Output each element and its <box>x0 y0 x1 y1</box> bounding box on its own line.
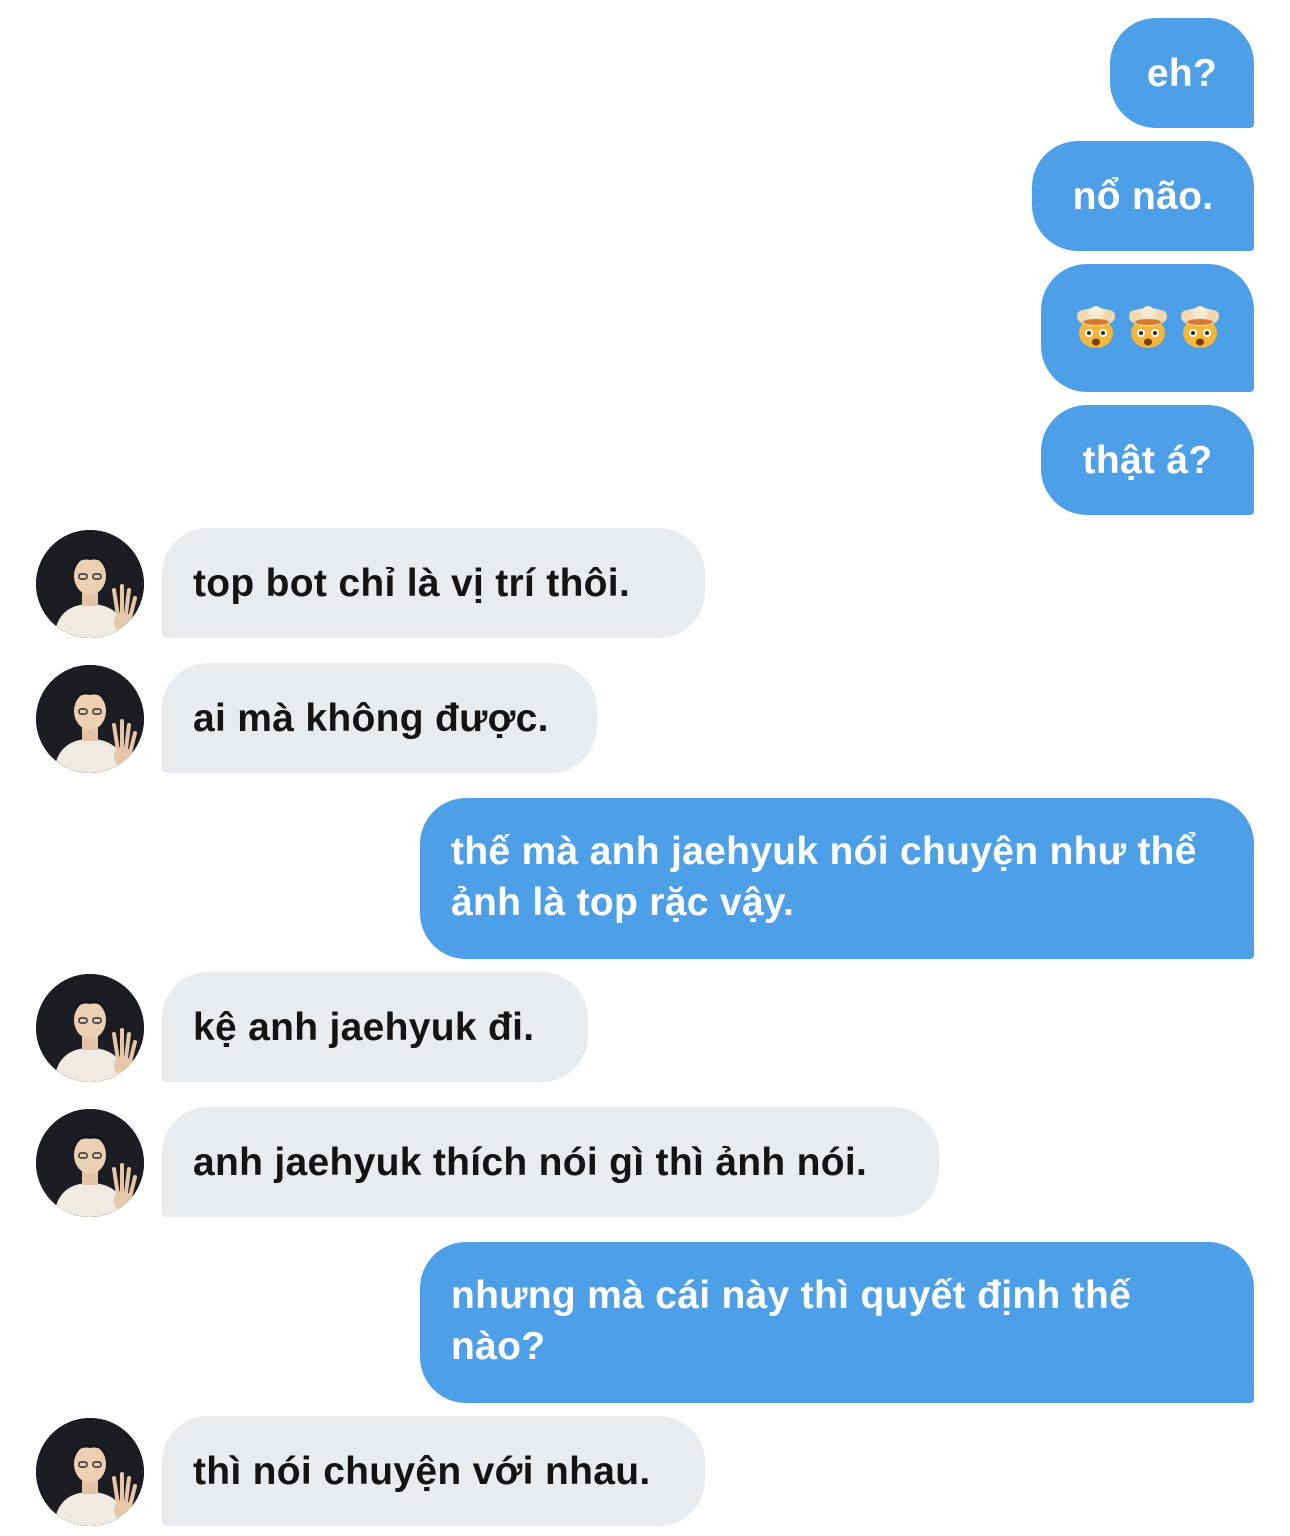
message-bubble-received[interactable]: thì nói chuyện với nhau. <box>162 1416 705 1526</box>
message-text: kệ anh jaehyuk đi. <box>193 1005 535 1049</box>
emoji-group <box>1071 305 1224 351</box>
avatar-image <box>36 665 144 773</box>
message-bubble-received[interactable]: anh jaehyuk thích nói gì thì ảnh nói. <box>162 1107 939 1217</box>
exploding-head-icon <box>1180 306 1219 348</box>
exploding-head-icon <box>1128 306 1167 348</box>
avatar-image <box>36 974 144 1082</box>
message-bubble-sent[interactable]: nổ não. <box>1032 141 1254 251</box>
avatar[interactable] <box>36 1418 144 1526</box>
message-text: nổ não. <box>1072 174 1214 218</box>
message-text: thế mà anh jaehyuk nói chuyện như thể ản… <box>451 830 1197 924</box>
message-text: thật á? <box>1082 438 1213 482</box>
message-bubble-sent[interactable]: thật á? <box>1041 405 1254 515</box>
message-bubble-sent[interactable]: nhưng mà cái này thì quyết định thế nào? <box>420 1242 1254 1403</box>
message-text: nhưng mà cái này thì quyết định thế nào? <box>451 1274 1132 1368</box>
avatar[interactable] <box>36 665 144 773</box>
message-text: eh? <box>1146 51 1218 95</box>
avatar[interactable] <box>36 1109 144 1217</box>
message-thread: eh? nổ não. thật á? top bot chỉ là vị tr… <box>0 0 1290 1536</box>
avatar[interactable] <box>36 530 144 638</box>
message-text: thì nói chuyện với nhau. <box>193 1449 651 1493</box>
message-bubble-sent[interactable]: thế mà anh jaehyuk nói chuyện như thể ản… <box>420 798 1254 959</box>
avatar[interactable] <box>36 974 144 1082</box>
avatar-image <box>36 1109 144 1217</box>
message-text: anh jaehyuk thích nói gì thì ảnh nói. <box>193 1140 868 1184</box>
exploding-head-icon <box>1076 306 1115 348</box>
message-text: ai mà không được. <box>193 696 549 740</box>
message-bubble-received[interactable]: top bot chỉ là vị trí thôi. <box>162 528 705 638</box>
message-bubble-received[interactable]: ai mà không được. <box>162 663 597 773</box>
message-bubble-sent[interactable] <box>1041 264 1254 392</box>
message-text: top bot chỉ là vị trí thôi. <box>193 561 631 605</box>
message-bubble-sent[interactable]: eh? <box>1110 18 1254 128</box>
message-bubble-received[interactable]: kệ anh jaehyuk đi. <box>162 972 588 1082</box>
avatar-image <box>36 1418 144 1526</box>
avatar-image <box>36 530 144 638</box>
